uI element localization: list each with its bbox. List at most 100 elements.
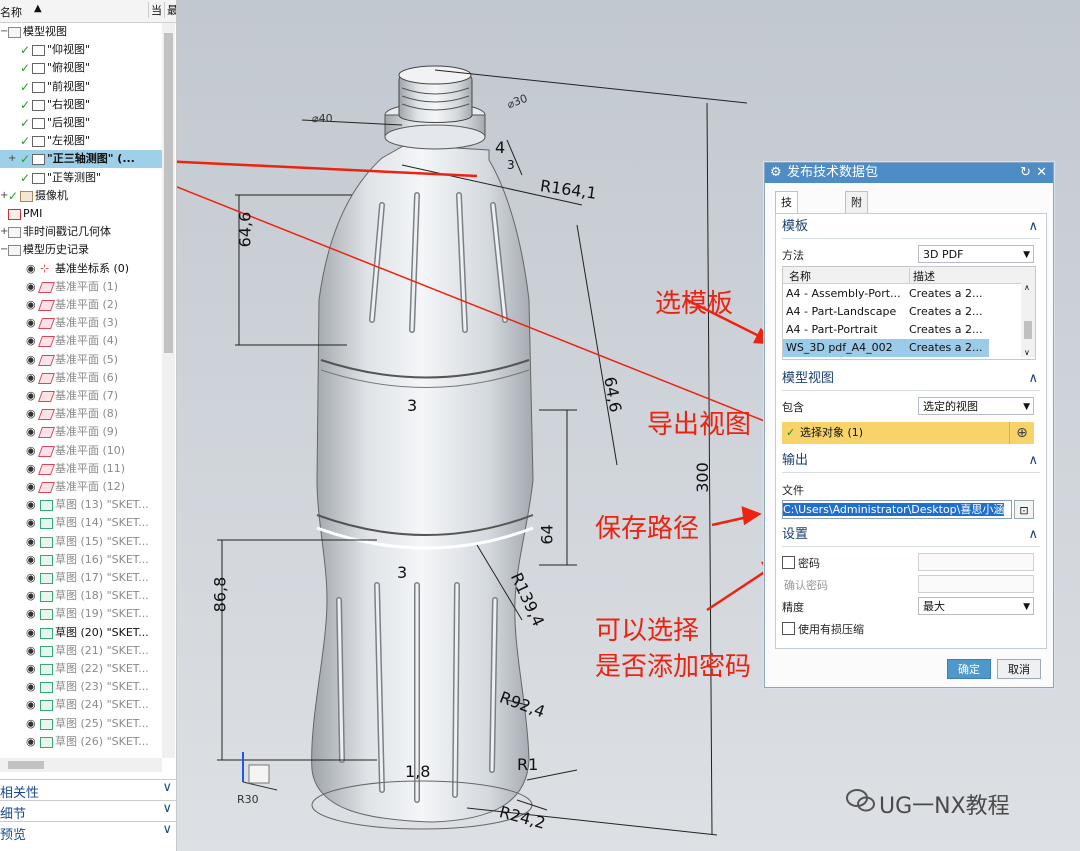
tree-row[interactable]: ◉ 基准平面 (5) (0, 351, 162, 369)
scroll-up-icon[interactable]: ∧ (1024, 283, 1030, 292)
scrollbar-thumb[interactable] (1024, 321, 1032, 339)
eye-icon[interactable]: ◉ (26, 332, 36, 350)
tree-row[interactable]: − 模型视图 (0, 23, 162, 41)
eye-icon[interactable]: ◉ (26, 496, 36, 514)
eye-icon[interactable]: ◉ (26, 678, 36, 696)
visibility-check-icon[interactable]: ✓ (20, 59, 30, 77)
tree-row[interactable]: ✓ "仰视图" (0, 41, 162, 59)
tree-row[interactable]: + ✓ 摄像机 (0, 187, 162, 205)
eye-icon[interactable]: ◉ (26, 260, 36, 278)
chevron-down-icon[interactable]: ∨ (162, 780, 172, 795)
name-column-header[interactable]: 名称 (0, 4, 22, 20)
eye-icon[interactable]: ◉ (26, 369, 36, 387)
chevron-down-icon[interactable]: ∨ (162, 801, 172, 816)
tab-technical-data-package[interactable]: 技术数据包 (775, 191, 798, 293)
output-section-header[interactable]: 输出 ∧ (782, 450, 1040, 473)
visibility-check-icon[interactable]: ✓ (20, 114, 30, 132)
password-checkbox[interactable] (782, 556, 795, 569)
settings-section-header[interactable]: 设置 ∧ (782, 524, 1040, 547)
password-input[interactable] (918, 553, 1034, 571)
navigator-horizontal-scrollbar[interactable] (0, 758, 162, 772)
panel-details[interactable]: 细节 ∨ (0, 800, 176, 822)
chevron-up-icon[interactable]: ∧ (1028, 368, 1038, 390)
lossy-compression-checkbox[interactable] (782, 622, 795, 635)
eye-icon[interactable]: ◉ (26, 551, 36, 569)
tree-row[interactable]: ◉ 基准平面 (8) (0, 405, 162, 423)
tree-row[interactable]: + 非时间戳记几何体 (0, 223, 162, 241)
tree-row[interactable]: ◉ 基准平面 (3) (0, 314, 162, 332)
visibility-check-icon[interactable]: ✓ (20, 150, 30, 168)
tree-row[interactable]: ◉ 草图 (17) "SKET... (0, 569, 162, 587)
template-scrollbar[interactable]: ∧ ∨ (1021, 283, 1035, 357)
close-icon[interactable]: ✕ (1036, 163, 1047, 183)
tree-row[interactable]: ◉ 草图 (14) "SKET... (0, 514, 162, 532)
tree-row[interactable]: − 模型历史记录 (0, 241, 162, 259)
tree-row[interactable]: ◉ 基准平面 (6) (0, 369, 162, 387)
tree-row[interactable]: ✓ "俯视图" (0, 59, 162, 77)
chevron-up-icon[interactable]: ∧ (1028, 524, 1038, 546)
eye-icon[interactable]: ◉ (26, 533, 36, 551)
tree-row[interactable]: ◉ 草图 (18) "SKET... (0, 587, 162, 605)
tree-row[interactable]: ◉ 草图 (22) "SKET... (0, 660, 162, 678)
tree-row[interactable]: PMI (0, 205, 162, 223)
tree-row[interactable]: ◉ 草图 (19) "SKET... (0, 605, 162, 623)
panel-dependencies[interactable]: 相关性 ∨ (0, 779, 176, 801)
eye-icon[interactable]: ◉ (26, 569, 36, 587)
eye-icon[interactable]: ◉ (26, 514, 36, 532)
eye-icon[interactable]: ◉ (26, 715, 36, 733)
tree-row[interactable]: ◉ 基准平面 (10) (0, 442, 162, 460)
tree-row[interactable]: ◉ 基准平面 (11) (0, 460, 162, 478)
current-column-header[interactable]: 当 (148, 2, 162, 18)
eye-icon[interactable]: ◉ (26, 387, 36, 405)
chevron-up-icon[interactable]: ∧ (1028, 450, 1038, 472)
eye-icon[interactable]: ◉ (26, 660, 36, 678)
tree-row[interactable]: ✓ "前视图" (0, 78, 162, 96)
tree-row[interactable]: ◉ 基准平面 (2) (0, 296, 162, 314)
scrollbar-thumb[interactable] (164, 33, 173, 353)
reset-icon[interactable]: ↻ (1020, 163, 1031, 183)
eye-icon[interactable]: ◉ (26, 587, 36, 605)
navigator-vertical-scrollbar[interactable] (162, 23, 175, 758)
latest-column-header[interactable]: 最 (164, 2, 176, 18)
eye-icon[interactable]: ◉ (26, 278, 36, 296)
template-row[interactable]: A4 - Part-Landscape Creates a 2... (783, 303, 1019, 321)
tree-row[interactable]: ◉ 基准平面 (9) (0, 423, 162, 441)
tree-row[interactable]: ◉ 草图 (20) "SKET... (0, 624, 162, 642)
eye-icon[interactable]: ◉ (26, 733, 36, 751)
eye-icon[interactable]: ◉ (26, 423, 36, 441)
cancel-button[interactable]: 取消 (997, 659, 1041, 679)
tree-row[interactable]: ◉ ⊹ 基准坐标系 (0) (0, 260, 162, 278)
eye-icon[interactable]: ◉ (26, 605, 36, 623)
visibility-check-icon[interactable]: ✓ (20, 132, 30, 150)
model-views-section-header[interactable]: 模型视图 ∧ (782, 368, 1040, 391)
confirm-password-input[interactable] (918, 575, 1034, 593)
tree-row[interactable]: ✓ "正等测图" (0, 169, 162, 187)
eye-icon[interactable]: ◉ (26, 460, 36, 478)
tree-row[interactable]: ✓ "左视图" (0, 132, 162, 150)
tree-row[interactable]: + ✓ "正三轴测图" (... (0, 150, 162, 169)
tree-row[interactable]: ✓ "后视图" (0, 114, 162, 132)
visibility-check-icon[interactable]: ✓ (20, 78, 30, 96)
tree-row[interactable]: ◉ 草图 (16) "SKET... (0, 551, 162, 569)
eye-icon[interactable]: ◉ (26, 478, 36, 496)
browse-folder-icon[interactable]: ⊡ (1014, 500, 1034, 519)
eye-icon[interactable]: ◉ (26, 642, 36, 660)
precision-dropdown[interactable]: 最大 ▼ (918, 597, 1034, 615)
chevron-down-icon[interactable]: ∨ (162, 822, 172, 837)
eye-icon[interactable]: ◉ (26, 696, 36, 714)
eye-icon[interactable]: ◉ (26, 314, 36, 332)
visibility-check-icon[interactable]: ✓ (8, 187, 18, 205)
visibility-check-icon[interactable]: ✓ (20, 169, 30, 187)
eye-icon[interactable]: ◉ (26, 624, 36, 642)
tree-row[interactable]: ◉ 基准平面 (12) (0, 478, 162, 496)
template-row[interactable]: A4 - Assembly-Port... Creates a 2... (783, 285, 1019, 303)
tree-row[interactable]: ◉ 基准平面 (4) (0, 332, 162, 350)
template-row[interactable]: A4 - Part-Portrait Creates a 2... (783, 321, 1019, 339)
tree-row[interactable]: ◉ 基准平面 (1) (0, 278, 162, 296)
expand-icon[interactable]: + (8, 150, 16, 168)
chevron-up-icon[interactable]: ∧ (1028, 216, 1038, 238)
scroll-down-icon[interactable]: ∨ (1024, 348, 1030, 357)
eye-icon[interactable]: ◉ (26, 296, 36, 314)
template-section-header[interactable]: 模板 ∧ (782, 216, 1040, 239)
template-row-selected[interactable]: WS_3D pdf_A4_002 Creates a 2... (783, 339, 989, 357)
